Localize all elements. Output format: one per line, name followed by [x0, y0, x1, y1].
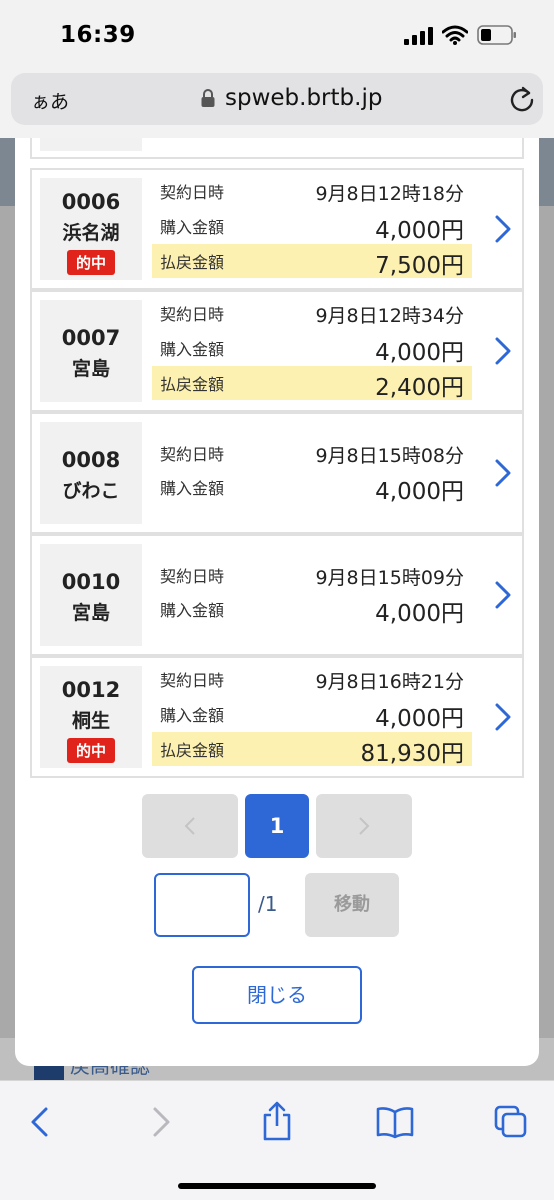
row-label: 払戻金額: [160, 253, 225, 272]
record-card-head: 0012 桐生 的中: [40, 666, 142, 768]
hit-badge: 的中: [66, 738, 115, 763]
browser-toolbar: [0, 1080, 554, 1200]
record-card-head: 0008 びわこ: [40, 422, 142, 524]
record-card-head: [40, 138, 142, 151]
reader-options-button[interactable]: ぁあ: [31, 87, 69, 114]
contract-datetime-value: 9月8日16時21分: [315, 671, 464, 693]
cellular-signal-icon: [404, 27, 434, 45]
contract-datetime-value: 9月8日12時34分: [315, 305, 464, 327]
record-id: 0007: [61, 326, 121, 350]
pager-prev-button[interactable]: [142, 794, 238, 858]
record-card-partial: [30, 138, 524, 159]
record-id: 0008: [61, 448, 121, 472]
payout-amount-row: 払戻金額 2,400円: [152, 366, 472, 401]
chevron-right-icon: [359, 817, 370, 835]
purchase-amount-row: 購入金額 4,000円: [152, 209, 472, 244]
record-place: 浜名湖: [62, 222, 120, 244]
row-label: 契約日時: [160, 671, 225, 690]
payout-amount-value: 2,400円: [375, 375, 464, 401]
address-bar[interactable]: ぁあ spweb.brtb.jp: [11, 73, 543, 125]
contract-datetime-row: 契約日時 9月8日12時34分: [152, 296, 472, 330]
payout-amount-row: 払戻金額 81,930円: [152, 732, 472, 767]
payout-amount-row: 払戻金額 7,500円: [152, 244, 472, 279]
browser-address-area: ぁあ spweb.brtb.jp: [0, 62, 554, 138]
row-label: 契約日時: [160, 567, 225, 586]
purchase-amount-row: 購入金額 4,000円: [152, 470, 472, 505]
bookmarks-icon[interactable]: [376, 1105, 414, 1139]
wifi-icon: [442, 25, 468, 45]
contract-datetime-value: 9月8日15時08分: [315, 445, 464, 467]
row-label: 契約日時: [160, 305, 225, 324]
record-card[interactable]: 0008 びわこ 契約日時 9月8日15時08分 購入金額 4,000円: [30, 412, 524, 534]
row-label: 購入金額: [160, 706, 225, 725]
url-text: spweb.brtb.jp: [225, 85, 383, 111]
row-label: 購入金額: [160, 218, 225, 237]
purchase-amount-value: 4,000円: [375, 706, 464, 732]
contract-datetime-row: 契約日時 9月8日16時21分: [152, 662, 472, 696]
tabs-icon[interactable]: [494, 1105, 528, 1139]
record-card-head: 0010 宮島: [40, 544, 142, 646]
record-card-head: 0007 宮島: [40, 300, 142, 402]
pager-current-page[interactable]: 1: [245, 794, 309, 858]
chevron-left-icon: [184, 817, 195, 835]
contract-datetime-value: 9月8日15時09分: [315, 567, 464, 589]
purchase-amount-value: 4,000円: [375, 340, 464, 366]
record-id: 0012: [61, 678, 121, 702]
move-button[interactable]: 移動: [305, 873, 399, 937]
purchase-amount-value: 4,000円: [375, 218, 464, 244]
contract-datetime-row: 契約日時 9月8日12時18分: [152, 174, 472, 208]
record-card[interactable]: 0010 宮島 契約日時 9月8日15時09分 購入金額 4,000円: [30, 534, 524, 656]
contract-datetime-row: 契約日時 9月8日15時09分: [152, 558, 472, 592]
back-icon[interactable]: [24, 1105, 58, 1139]
bet-history-modal: 0006 浜名湖 的中 契約日時 9月8日12時18分 購入金額 4,000円 …: [15, 138, 539, 1066]
record-card-head: 0006 浜名湖 的中: [40, 178, 142, 280]
home-indicator: [178, 1183, 376, 1189]
record-card[interactable]: 0006 浜名湖 的中 契約日時 9月8日12時18分 購入金額 4,000円 …: [30, 168, 524, 290]
row-label: 払戻金額: [160, 375, 225, 394]
pager-next-button[interactable]: [316, 794, 412, 858]
record-place: びわこ: [62, 480, 120, 502]
purchase-amount-value: 4,000円: [375, 601, 464, 627]
purchase-amount-row: 購入金額 4,000円: [152, 592, 472, 627]
contract-datetime-value: 9月8日12時18分: [315, 183, 464, 205]
page-total: /1: [258, 892, 278, 916]
record-place: 宮島: [71, 358, 110, 380]
record-id: 0010: [61, 570, 121, 594]
screen: 16:39 ぁあ spweb.brtb.jp 戻高確認 0006 浜名湖 的中 …: [0, 0, 554, 1200]
record-place: 桐生: [71, 710, 110, 732]
page-number-input[interactable]: [154, 873, 250, 937]
battery-icon: [477, 25, 516, 45]
row-label: 購入金額: [160, 479, 225, 498]
chevron-right-icon[interactable]: [492, 579, 514, 611]
chevron-right-icon[interactable]: [492, 457, 514, 489]
row-label: 購入金額: [160, 340, 225, 359]
row-label: 払戻金額: [160, 741, 225, 760]
chevron-right-icon[interactable]: [492, 701, 514, 733]
status-time: 16:39: [60, 22, 136, 48]
row-label: 購入金額: [160, 601, 225, 620]
record-id: 0006: [61, 190, 121, 214]
purchase-amount-value: 4,000円: [375, 479, 464, 505]
purchase-amount-row: 購入金額 4,000円: [152, 331, 472, 366]
reload-icon[interactable]: [509, 85, 535, 113]
status-bar: 16:39: [0, 0, 554, 62]
row-label: 契約日時: [160, 445, 225, 464]
chevron-right-icon[interactable]: [492, 335, 514, 367]
share-icon[interactable]: [260, 1101, 294, 1141]
lock-icon: [201, 89, 215, 107]
close-button[interactable]: 閉じる: [192, 966, 362, 1024]
record-place: 宮島: [71, 602, 110, 624]
forward-icon[interactable]: [143, 1105, 177, 1139]
record-card[interactable]: 0012 桐生 的中 契約日時 9月8日16時21分 購入金額 4,000円 払…: [30, 656, 524, 778]
contract-datetime-row: 契約日時 9月8日15時08分: [152, 436, 472, 470]
payout-amount-value: 81,930円: [360, 741, 464, 767]
payout-amount-value: 7,500円: [375, 253, 464, 279]
row-label: 契約日時: [160, 183, 225, 202]
record-card[interactable]: 0007 宮島 契約日時 9月8日12時34分 購入金額 4,000円 払戻金額…: [30, 290, 524, 412]
hit-badge: 的中: [66, 250, 115, 275]
chevron-right-icon[interactable]: [492, 213, 514, 245]
purchase-amount-row: 購入金額 4,000円: [152, 697, 472, 732]
